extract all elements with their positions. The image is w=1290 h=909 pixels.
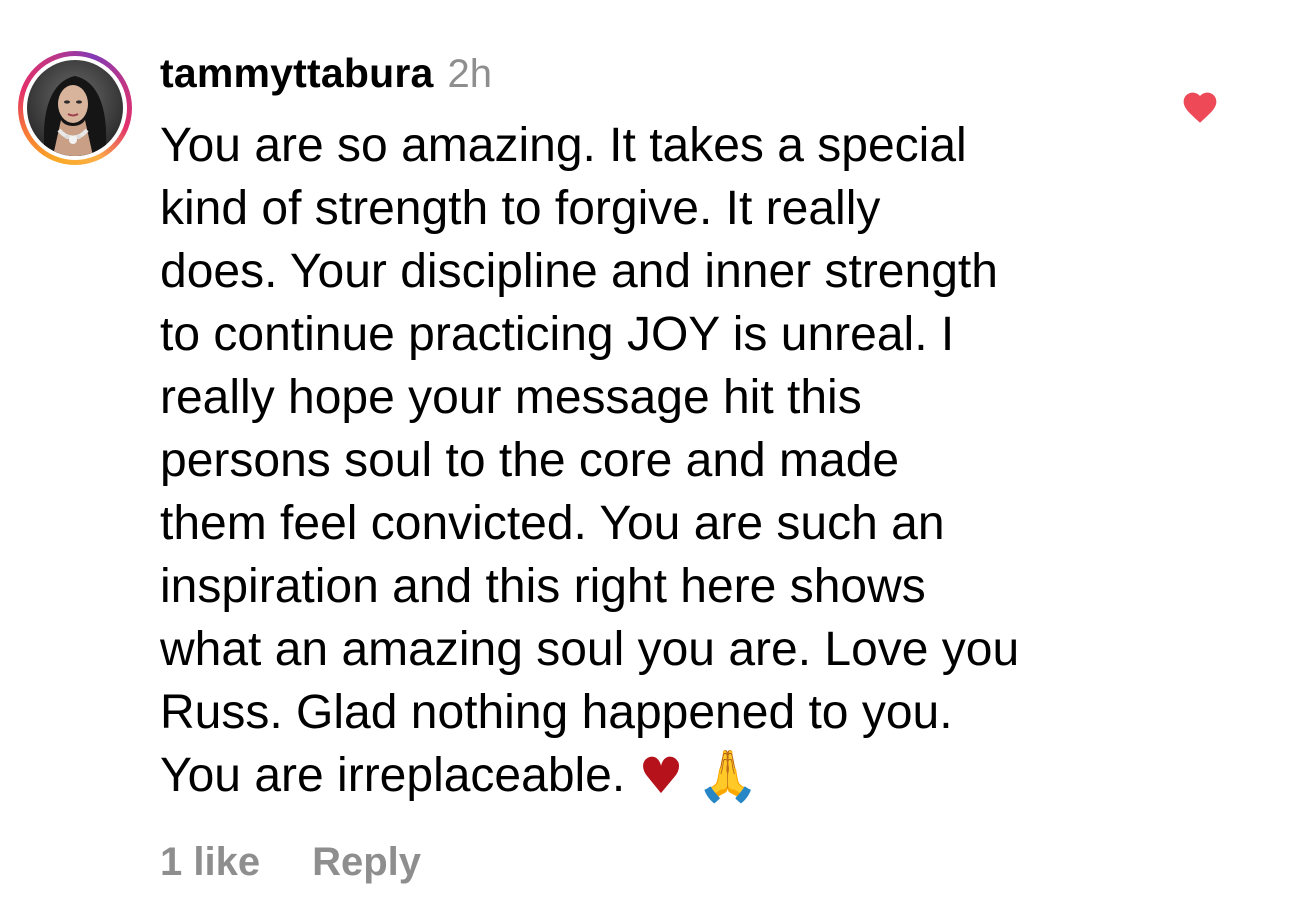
comment-body: You are so amazing. It takes a special k… [160,119,1020,802]
avatar-border [23,56,127,160]
username[interactable]: tammyttabura [160,50,434,97]
timestamp: 2h [447,52,493,96]
likes-count[interactable]: 1 like [160,840,260,885]
story-ring[interactable] [18,51,132,165]
praying-hands-emoji: 🙏 [696,747,759,805]
reply-button[interactable]: Reply [312,840,421,885]
comment-text: You are so amazing. It takes a special k… [160,114,1140,808]
comment-footer: 1 like Reply [160,840,421,885]
comment-header: tammyttabura 2h [160,50,1150,104]
avatar[interactable] [27,60,123,156]
heart-icon[interactable] [1180,88,1220,124]
comment: tammyttabura 2h You are so amazing. It t… [160,50,1150,808]
heart-emoji: ♥ [638,747,684,805]
